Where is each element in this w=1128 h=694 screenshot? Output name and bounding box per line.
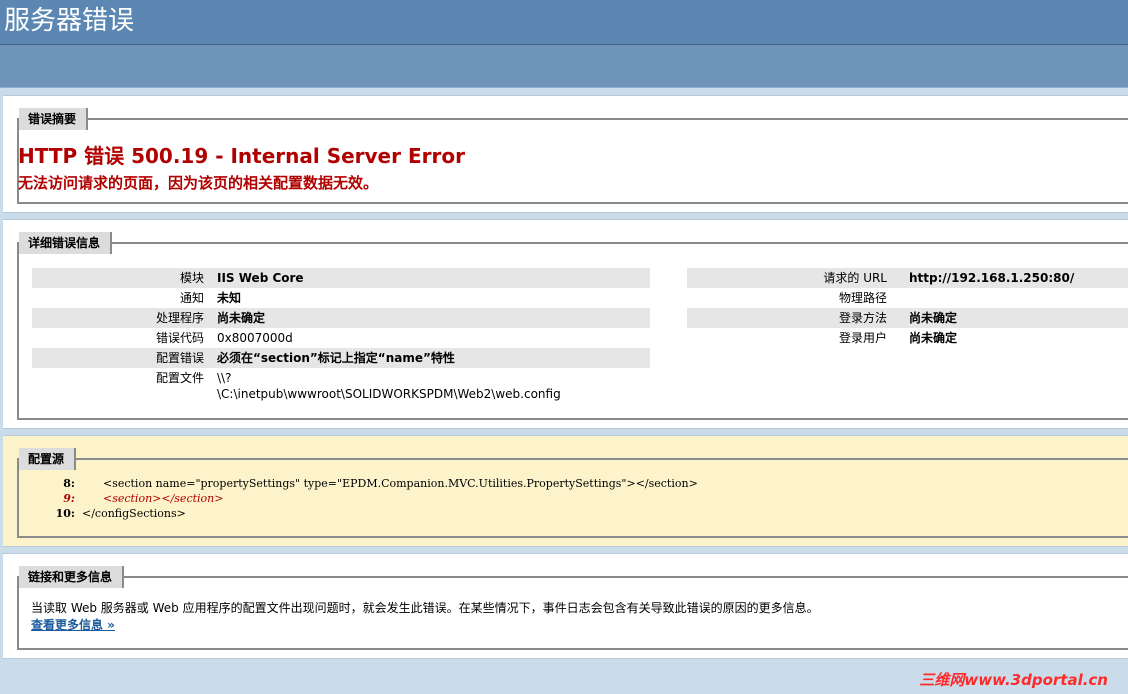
- detail-label: 登录方法: [838, 311, 887, 325]
- detail-row-logon-user: 登录用户 尚未确定: [687, 328, 1128, 348]
- page-title: 服务器错误: [4, 5, 135, 35]
- config-source-panel: 配置源 8: <section name="propertySettings" …: [3, 435, 1128, 547]
- detail-row-url: 请求的 URL http://192.168.1.250:80/: [687, 268, 1128, 288]
- detail-label: 登录用户: [838, 331, 887, 345]
- code-line: 10: </configSections>: [27, 506, 698, 521]
- detail-label: 通知: [179, 291, 204, 305]
- summary-legend: 错误摘要: [19, 108, 89, 130]
- detail-label: 物理路径: [838, 291, 887, 305]
- watermark: 三维网www.3dportal.cn: [919, 671, 1108, 689]
- config-source-code: 8: <section name="propertySettings" type…: [27, 476, 698, 521]
- header-subbar: [0, 45, 1128, 88]
- code-text: </configSections>: [75, 507, 186, 520]
- config-file-line-2: \C:\inetpub\wwwroot\SOLIDWORKSPDM\Web2\w…: [217, 387, 561, 401]
- detail-value: 必须在“section”标记上指定“name”特性: [217, 351, 455, 365]
- detail-row-logon-method: 登录方法 尚未确定: [687, 308, 1128, 328]
- code-text: <section></section>: [75, 492, 224, 505]
- detail-value: IIS Web Core: [217, 271, 304, 285]
- line-number: 10:: [55, 507, 75, 520]
- more-info-panel: 链接和更多信息 当读取 Web 服务器或 Web 应用程序的配置文件出现问题时，…: [3, 553, 1128, 659]
- detail-value: 0x8007000d: [217, 331, 293, 345]
- more-info-text: 当读取 Web 服务器或 Web 应用程序的配置文件出现问题时，就会发生此错误。…: [31, 601, 819, 615]
- error-description: 无法访问请求的页面，因为该页的相关配置数据无效。: [18, 174, 379, 192]
- more-info-legend: 链接和更多信息: [19, 566, 125, 588]
- detail-row-module: 模块 IIS Web Core: [32, 268, 650, 288]
- code-text: <section name="propertySettings" type="E…: [75, 477, 698, 490]
- detail-value: http://192.168.1.250:80/: [909, 271, 1075, 285]
- more-info-link[interactable]: 查看更多信息 »: [31, 616, 115, 633]
- config-source-legend: 配置源: [19, 448, 77, 470]
- line-number: 9:: [63, 492, 75, 505]
- line-number: 8:: [63, 477, 75, 490]
- detail-label: 配置文件: [155, 371, 204, 385]
- page-header: 服务器错误: [0, 0, 1128, 45]
- detail-row-error-code: 错误代码 0x8007000d: [32, 328, 650, 348]
- summary-panel: 错误摘要 HTTP 错误 500.19 - Internal Server Er…: [3, 95, 1128, 213]
- detail-label: 配置错误: [155, 351, 204, 365]
- detail-value: 尚未确定: [909, 331, 958, 345]
- config-file-line-1: \\?: [217, 371, 232, 385]
- detail-row-config-file: 配置文件 \\? \C:\inetpub\wwwroot\SOLIDWORKSP…: [32, 368, 650, 404]
- detail-label: 模块: [179, 271, 204, 285]
- code-line-highlighted: 9: <section></section>: [27, 491, 698, 506]
- detail-value: 尚未确定: [909, 311, 958, 325]
- detail-label: 错误代码: [155, 331, 204, 345]
- detail-value: 未知: [217, 291, 242, 305]
- details-panel: 详细错误信息 模块 IIS Web Core 通知 未知 处理程序 尚未确定 错…: [3, 219, 1128, 429]
- detail-value: 尚未确定: [217, 311, 266, 325]
- detail-row-physical-path: 物理路径: [687, 288, 1128, 308]
- detail-label: 请求的 URL: [823, 271, 887, 285]
- detail-label: 处理程序: [155, 311, 204, 325]
- error-title: HTTP 错误 500.19 - Internal Server Error: [18, 144, 465, 168]
- detail-row-config-error: 配置错误 必须在“section”标记上指定“name”特性: [32, 348, 650, 368]
- details-legend: 详细错误信息: [19, 232, 113, 254]
- detail-row-notification: 通知 未知: [32, 288, 650, 308]
- code-line: 8: <section name="propertySettings" type…: [27, 476, 698, 491]
- detail-value: \\? \C:\inetpub\wwwroot\SOLIDWORKSPDM\We…: [217, 370, 561, 402]
- detail-row-handler: 处理程序 尚未确定: [32, 308, 650, 328]
